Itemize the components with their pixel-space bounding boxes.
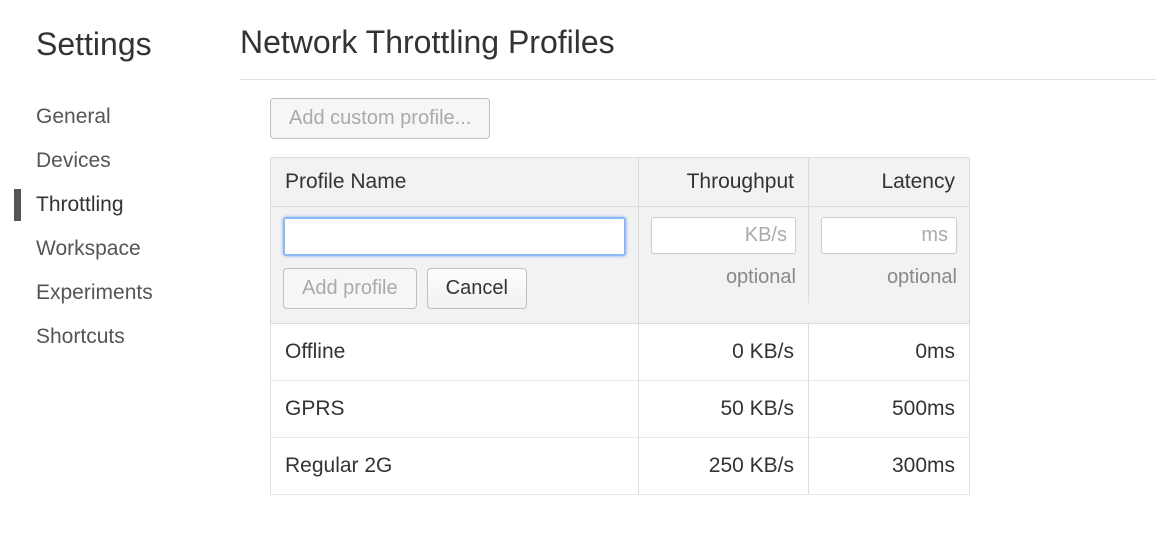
profile-throughput-cell: 250 KB/s xyxy=(639,438,809,494)
profile-name-input[interactable] xyxy=(283,217,626,256)
table-row[interactable]: Regular 2G 250 KB/s 300ms xyxy=(271,438,969,495)
sidebar-item-devices[interactable]: Devices xyxy=(0,139,240,183)
latency-optional-label: optional xyxy=(821,266,957,289)
settings-title: Settings xyxy=(0,18,240,83)
header-profile-name: Profile Name xyxy=(271,158,639,206)
title-divider xyxy=(240,79,1156,80)
sidebar-item-shortcuts[interactable]: Shortcuts xyxy=(0,315,240,359)
throughput-optional-label: optional xyxy=(651,266,796,289)
profile-throughput-cell: 50 KB/s xyxy=(639,381,809,437)
profile-name-cell: Regular 2G xyxy=(271,438,639,494)
latency-input[interactable] xyxy=(821,217,957,254)
profile-latency-cell: 500ms xyxy=(809,381,969,437)
sidebar-item-general[interactable]: General xyxy=(0,95,240,139)
main-content: Network Throttling Profiles Add custom p… xyxy=(240,0,1156,556)
sidebar-item-workspace[interactable]: Workspace xyxy=(0,227,240,271)
add-profile-button[interactable]: Add profile xyxy=(283,268,417,309)
page-title: Network Throttling Profiles xyxy=(240,18,1156,79)
edit-profile-row: Add profile Cancel optional optional xyxy=(271,207,969,324)
profile-name-cell: Offline xyxy=(271,324,639,380)
header-throughput: Throughput xyxy=(639,158,809,206)
settings-sidebar: Settings General Devices Throttling Work… xyxy=(0,0,240,556)
table-row[interactable]: GPRS 50 KB/s 500ms xyxy=(271,381,969,438)
throughput-input[interactable] xyxy=(651,217,796,254)
profiles-table: Profile Name Throughput Latency Add prof… xyxy=(270,157,970,495)
sidebar-item-experiments[interactable]: Experiments xyxy=(0,271,240,315)
header-latency: Latency xyxy=(809,158,969,206)
profile-name-cell: GPRS xyxy=(271,381,639,437)
add-custom-profile-button[interactable]: Add custom profile... xyxy=(270,98,490,139)
profile-throughput-cell: 0 KB/s xyxy=(639,324,809,380)
table-header-row: Profile Name Throughput Latency xyxy=(271,158,969,207)
table-row[interactable]: Offline 0 KB/s 0ms xyxy=(271,324,969,381)
sidebar-item-throttling[interactable]: Throttling xyxy=(0,183,240,227)
profile-latency-cell: 300ms xyxy=(809,438,969,494)
profile-latency-cell: 0ms xyxy=(809,324,969,380)
cancel-button[interactable]: Cancel xyxy=(427,268,527,309)
